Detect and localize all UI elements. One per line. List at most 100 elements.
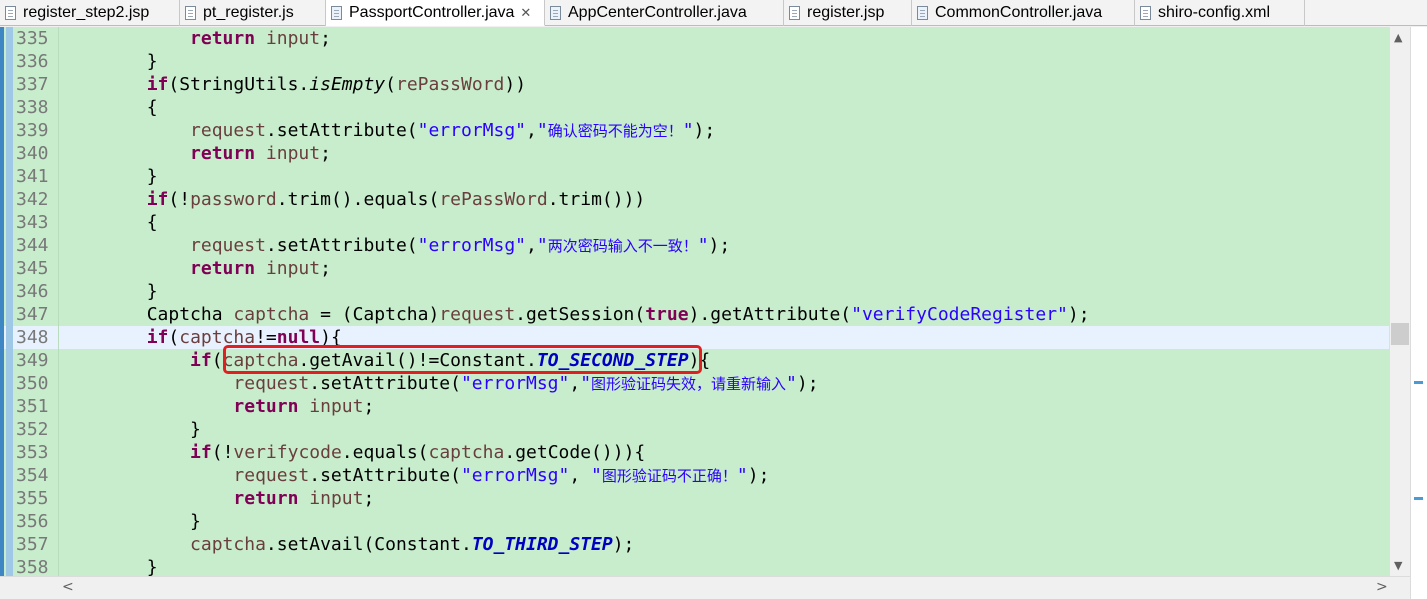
tab-label: pt_register.js — [203, 4, 294, 21]
line-number: 335 — [16, 28, 49, 49]
line-number: 346 — [16, 281, 49, 302]
tab-5[interactable]: CommonController.java — [912, 0, 1135, 26]
code-line[interactable]: 351 return input; — [0, 395, 1389, 418]
code-text: if(!password.trim().equals(rePassWord.tr… — [146, 189, 646, 210]
highlight-annotation-box — [223, 345, 702, 374]
code-line[interactable]: 356 } — [0, 510, 1389, 533]
code-text: return input; — [190, 258, 331, 279]
code-text: { — [60, 97, 158, 118]
code-line[interactable]: 357 captcha.setAvail(Constant.TO_THIRD_S… — [0, 533, 1389, 556]
vertical-ruler — [0, 27, 4, 576]
code-line[interactable]: 343 { — [0, 211, 1389, 234]
line-number: 357 — [16, 534, 49, 555]
code-editor[interactable]: 335 return input; 336 } 337 if(StringUtils… — [0, 27, 1410, 576]
code-line[interactable]: 340 return input; — [0, 142, 1389, 165]
scroll-up-icon[interactable]: ▲ — [1394, 31, 1402, 44]
code-line[interactable]: 358 } — [0, 556, 1389, 576]
line-number: 338 — [16, 97, 49, 118]
code-line[interactable]: 341 } — [0, 165, 1389, 188]
code-line[interactable]: 335 return input; — [0, 27, 1389, 50]
code-text: } — [60, 281, 158, 302]
tab-label: shiro-config.xml — [1158, 4, 1271, 21]
code-text: request.setAttribute("errorMsg","图形验证码失效… — [233, 373, 819, 394]
code-text: return input; — [233, 396, 375, 417]
line-number: 353 — [16, 442, 49, 463]
code-line[interactable]: 344 request.setAttribute("errorMsg","两次密… — [0, 234, 1389, 257]
line-number: 352 — [16, 419, 49, 440]
line-number: 339 — [16, 120, 49, 141]
editor-tab-bar: register_step2.jsp pt_register.js Passport… — [0, 0, 1427, 26]
code-text: { — [60, 212, 158, 233]
line-number: 351 — [16, 396, 49, 417]
tab-label: register.jsp — [807, 4, 885, 21]
code-text: request.setAttribute("errorMsg","确认密码不能为… — [190, 120, 716, 141]
vertical-scrollbar-thumb[interactable] — [1391, 323, 1409, 345]
code-text: Captcha captcha = (Captcha)request.getSe… — [60, 304, 1090, 325]
code-text: request.setAttribute("errorMsg","两次密码输入不… — [190, 235, 731, 256]
line-number: 343 — [16, 212, 49, 233]
code-text: request.setAttribute("errorMsg", "图形验证码不… — [233, 465, 770, 486]
tab-6[interactable]: shiro-config.xml — [1135, 0, 1305, 26]
code-line[interactable]: 346 } — [0, 280, 1389, 303]
code-text: } — [60, 557, 158, 576]
line-number: 349 — [16, 350, 49, 371]
line-number: 354 — [16, 465, 49, 486]
code-line[interactable]: 352 } — [0, 418, 1389, 441]
line-number: 350 — [16, 373, 49, 394]
tab-1[interactable]: pt_register.js — [180, 0, 326, 26]
file-icon — [185, 6, 196, 20]
line-number: 356 — [16, 511, 49, 532]
file-icon — [550, 6, 561, 20]
code-text: return input; — [190, 28, 331, 49]
close-icon[interactable]: ✕ — [520, 5, 531, 21]
tab-label: AppCenterController.java — [568, 4, 747, 21]
code-text: } — [60, 166, 158, 187]
code-text: } — [60, 419, 201, 440]
code-text: } — [60, 51, 158, 72]
scroll-down-icon[interactable]: ▼ — [1394, 559, 1402, 572]
line-number: 348 — [16, 327, 49, 348]
file-icon — [331, 5, 342, 20]
tab-2[interactable]: PassportController.java ✕ — [326, 0, 545, 26]
code-line[interactable]: 336 } — [0, 50, 1389, 73]
vertical-scrollbar[interactable] — [1390, 27, 1410, 576]
line-number: 344 — [16, 235, 49, 256]
code-line[interactable]: 339 request.setAttribute("errorMsg","确认密… — [0, 119, 1389, 142]
line-number: 340 — [16, 143, 49, 164]
code-text: return input; — [190, 143, 331, 164]
code-line[interactable]: 337 if(StringUtils.isEmpty(rePassWord)) — [0, 73, 1389, 96]
line-number: 342 — [16, 189, 49, 210]
file-icon — [917, 6, 928, 20]
scroll-left-icon[interactable]: < — [62, 579, 74, 595]
code-line[interactable]: 345 return input; — [0, 257, 1389, 280]
code-line[interactable]: 354 request.setAttribute("errorMsg", "图形… — [0, 464, 1389, 487]
tab-label: register_step2.jsp — [23, 4, 150, 21]
code-text: captcha.setAvail(Constant.TO_THIRD_STEP)… — [190, 534, 635, 555]
line-number: 345 — [16, 258, 49, 279]
code-line[interactable]: 350 request.setAttribute("errorMsg","图形验… — [0, 372, 1389, 395]
overview-ruler[interactable] — [1410, 27, 1427, 599]
scroll-right-icon[interactable]: > — [1376, 579, 1388, 595]
line-number: 347 — [16, 304, 49, 325]
code-text: } — [60, 511, 201, 532]
code-text: if(!verifycode.equals(captcha.getCode())… — [190, 442, 646, 463]
code-line[interactable]: 355 return input; — [0, 487, 1389, 510]
code-line[interactable]: 347 Captcha captcha = (Captcha)request.g… — [0, 303, 1389, 326]
code-text: if(StringUtils.isEmpty(rePassWord)) — [146, 74, 527, 95]
tab-0[interactable]: register_step2.jsp — [0, 0, 180, 26]
line-number: 337 — [16, 74, 49, 95]
code-line[interactable]: 338 { — [0, 96, 1389, 119]
line-number: 341 — [16, 166, 49, 187]
annotation-ruler — [6, 27, 13, 576]
file-icon — [1140, 6, 1151, 20]
code-line[interactable]: 342 if(!password.trim().equals(rePassWor… — [0, 188, 1389, 211]
overview-mark[interactable] — [1414, 381, 1423, 384]
tab-3[interactable]: AppCenterController.java — [545, 0, 784, 26]
tab-4[interactable]: register.jsp — [784, 0, 912, 26]
code-line[interactable]: 353 if(!verifycode.equals(captcha.getCod… — [0, 441, 1389, 464]
overview-mark[interactable] — [1414, 497, 1423, 500]
file-icon — [5, 6, 16, 20]
tab-label: CommonController.java — [935, 4, 1103, 21]
horizontal-scrollbar[interactable]: < > — [0, 576, 1410, 599]
line-number: 336 — [16, 51, 49, 72]
